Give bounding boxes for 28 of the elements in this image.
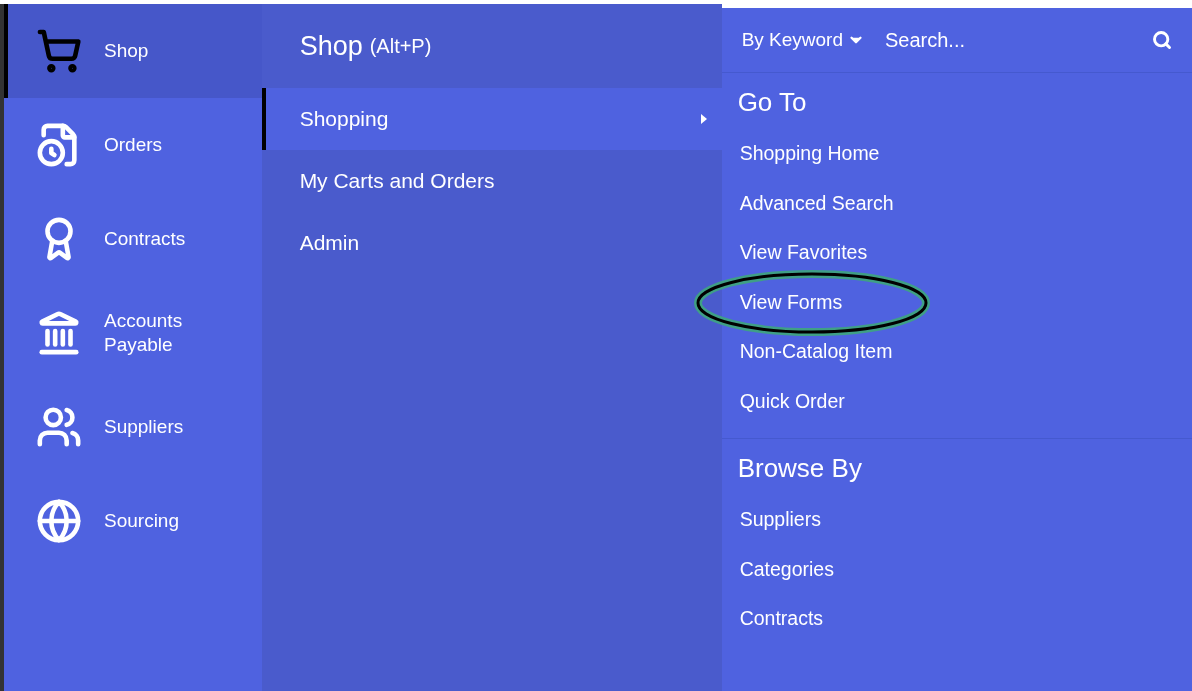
menu-link[interactable]: Suppliers (739, 508, 821, 532)
submenu-title: Shop (299, 30, 363, 62)
menu-link[interactable]: Categories (739, 557, 834, 581)
sidebar-item[interactable]: Orders (4, 98, 262, 192)
section-heading: Browse By (737, 453, 863, 485)
sidebar-item[interactable]: Sourcing (4, 474, 262, 568)
menu-link[interactable]: Non-Catalog Item (739, 340, 893, 364)
menu-link[interactable]: Shopping Home (739, 142, 880, 166)
sidebar-item[interactable]: Accounts Payable (4, 286, 262, 380)
menu-link[interactable]: Advanced Search (739, 191, 894, 215)
section-heading: Go To (737, 87, 808, 119)
menu-link[interactable]: Quick Order (739, 389, 845, 413)
submenu-item[interactable]: Shopping (261, 88, 722, 150)
sidebar-item[interactable]: Shop (4, 4, 262, 98)
sidebar-item[interactable]: Suppliers (4, 380, 262, 474)
cart-icon (36, 28, 82, 74)
shortcut-hint: (Alt+P) (369, 34, 432, 58)
menu-link[interactable]: View Favorites (739, 241, 868, 265)
search-field[interactable]: Search... (883, 27, 1152, 53)
menu-link[interactable]: View Forms (739, 290, 843, 314)
search-icon[interactable] (1152, 30, 1172, 50)
globe-icon (36, 498, 82, 544)
submenu-item[interactable]: My Carts and Orders (261, 150, 722, 212)
caret-icon (699, 113, 708, 125)
menu-link[interactable]: Contracts (739, 607, 824, 631)
submenu-item[interactable]: Admin (261, 212, 722, 274)
scope-dropdown[interactable]: By Keyword (741, 29, 865, 51)
sidebar-item[interactable]: Contracts (4, 192, 262, 286)
